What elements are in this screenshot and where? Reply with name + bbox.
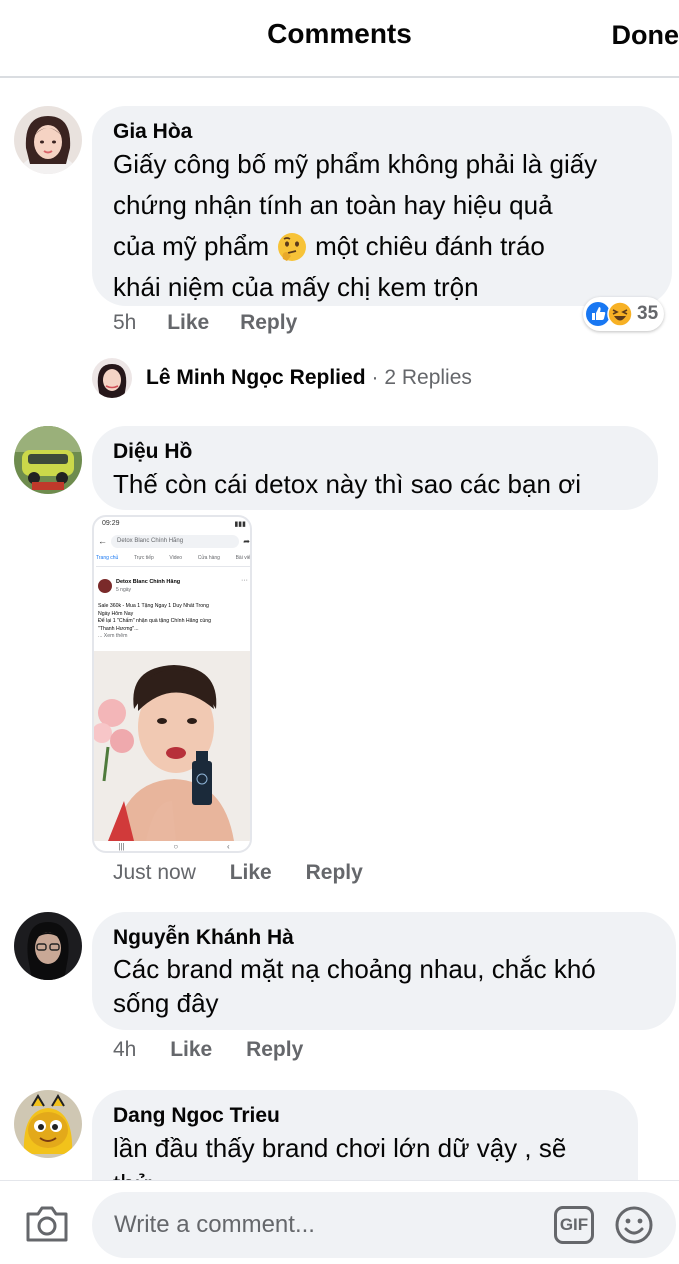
comment-line: sống đây — [113, 988, 219, 1018]
comment-attachment-image[interactable]: 09:29 ▮▮▮ ← Detox Blanc Chính Hãng ➦ Tra… — [92, 515, 252, 853]
like-button[interactable]: Like — [230, 861, 272, 884]
done-button[interactable]: Done — [612, 20, 679, 51]
comment-text: Giấy công bố mỹ phẩm không phải là giấy … — [113, 144, 668, 308]
attachment-page-avatar — [98, 579, 112, 593]
attachment-nav-bar: ||| ○ ‹ — [118, 841, 230, 851]
comment-author[interactable]: Dang Ngoc Trieu — [113, 1104, 280, 1128]
comment-bubble[interactable]: Gia Hòa Giấy công bố mỹ phẩm không phải … — [92, 106, 672, 306]
attachment-status-time: 09:29 — [102, 520, 120, 527]
comment-line: Các brand mặt nạ choảng nhau, chắc khó — [113, 954, 596, 984]
comment-time: Just now — [113, 861, 196, 884]
reaction-count: 35 — [637, 303, 659, 324]
comment-author[interactable]: Diệu Hồ — [113, 440, 192, 464]
comment-line: chứng nhận tính an toàn hay hiệu quả — [113, 190, 553, 220]
comment-text: Các brand mặt nạ choảng nhau, chắc khó s… — [113, 952, 673, 1020]
attachment-post-header: Detox Blanc Chính Hãng 5 ngày ··· — [98, 577, 250, 597]
comment-time: 4h — [113, 1038, 137, 1061]
view-replies[interactable]: Lê Minh Ngọc Replied · 2 Replies — [92, 358, 472, 398]
comment-bubble[interactable]: Diệu Hồ Thế còn cái detox này thì sao cá… — [92, 426, 658, 510]
attachment-post-line: Sale 360k - Mua 1 Tặng Ngay 1 Duy Nhất T… — [98, 603, 209, 609]
avatar[interactable] — [14, 106, 82, 174]
replied-label: Replied — [289, 366, 366, 389]
avatar — [92, 358, 132, 398]
attachment-post-meta: 5 ngày — [116, 587, 132, 593]
comment-actions: 4h Like Reply — [113, 1038, 303, 1062]
attachment-post-line: ... Xem thêm — [98, 633, 128, 639]
gif-icon[interactable]: GIF — [554, 1206, 594, 1244]
comment-bubble[interactable]: Nguyễn Khánh Hà Các brand mặt nạ choảng … — [92, 912, 676, 1030]
comment-actions: 5h Like Reply — [113, 311, 297, 335]
comment-actions: Just now Like Reply — [113, 861, 363, 885]
attachment-tab: Trang chủ — [96, 555, 119, 561]
comment-text: Thế còn cái detox này thì sao các bạn ơi — [113, 464, 658, 505]
reply-button[interactable]: Reply — [240, 311, 297, 334]
comment-author[interactable]: Gia Hòa — [113, 120, 192, 144]
reply-author: Lê Minh Ngọc — [146, 366, 284, 389]
attachment-page-name: Detox Blanc Chính Hãng — [116, 579, 181, 585]
haha-reaction-icon — [607, 301, 633, 327]
avatar[interactable] — [14, 912, 82, 980]
attachment-tab: Video — [169, 555, 183, 561]
comment-line: Giấy công bố mỹ phẩm không phải là giấy — [113, 149, 598, 179]
reply-count: · 2 Replies — [371, 366, 472, 389]
comment-input[interactable]: Write a comment... GIF — [92, 1192, 676, 1258]
reply-button[interactable]: Reply — [246, 1038, 303, 1061]
attachment-post-line: Ngày Hôm Nay — [98, 610, 134, 617]
comment-line: của mỹ phẩm một chiêu đánh tráo — [113, 226, 668, 267]
like-button[interactable]: Like — [170, 1038, 212, 1061]
avatar[interactable] — [14, 1090, 82, 1158]
comment-line: lần đầu thấy brand chơi lớn dữ vậy , sẽ — [113, 1133, 567, 1163]
emoji-icon[interactable] — [614, 1205, 654, 1245]
attachment-tabs: Trang chủ Trực tiếp Video Cửa hàng Bài v… — [96, 555, 252, 567]
camera-icon[interactable] — [24, 1204, 70, 1244]
attachment-photo — [94, 651, 250, 841]
comment-time: 5h — [113, 311, 137, 334]
attachment-tab: Trực tiếp — [133, 555, 154, 561]
like-button[interactable]: Like — [167, 311, 209, 334]
comment-line-part: một chiêu đánh tráo — [315, 231, 545, 261]
attachment-status-bar: 09:29 ▮▮▮ — [102, 520, 246, 528]
attachment-tab: Cửa hàng — [197, 555, 220, 561]
comment-line-part: của mỹ phẩm — [113, 231, 270, 261]
thinking-face-icon — [277, 232, 307, 262]
comment-input-placeholder: Write a comment... — [114, 1211, 315, 1238]
attachment-search-text: Detox Blanc Chính Hãng — [111, 534, 240, 548]
header: Comments Done — [0, 0, 679, 78]
avatar[interactable] — [14, 426, 82, 494]
page-title: Comments — [267, 18, 412, 49]
attachment-tab: Bài viết — [235, 555, 252, 561]
attachment-search-bar: ← Detox Blanc Chính Hãng ➦ — [98, 534, 250, 548]
reply-button[interactable]: Reply — [306, 861, 363, 884]
comment-author[interactable]: Nguyễn Khánh Hà — [113, 926, 294, 950]
reaction-summary[interactable]: 35 — [583, 297, 665, 331]
comment-line: Thế còn cái detox này thì sao các bạn ơi — [113, 469, 581, 499]
attachment-post-line: "Thanh Hương"... — [98, 625, 139, 632]
attachment-post-text: Sale 360k - Mua 1 Tặng Ngay 1 Duy Nhất T… — [98, 603, 250, 641]
attachment-post-line: Để lại 1 "Chấm" nhận quà tặng Chính Hãng… — [98, 618, 211, 624]
